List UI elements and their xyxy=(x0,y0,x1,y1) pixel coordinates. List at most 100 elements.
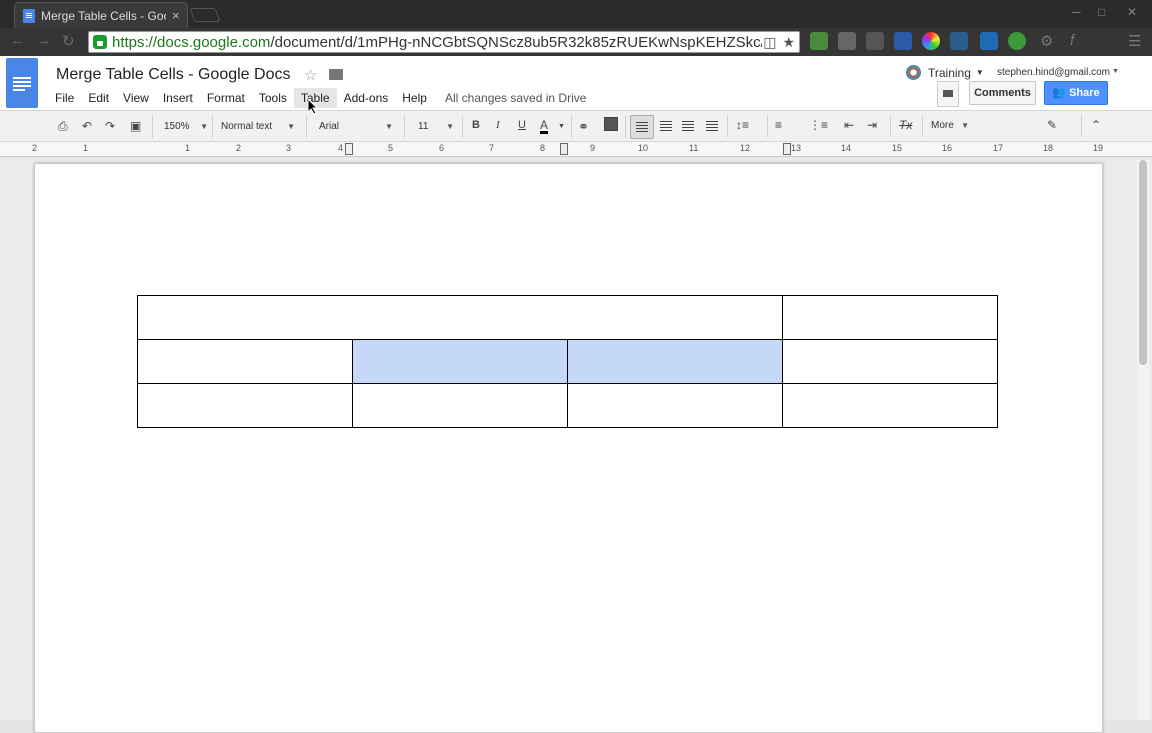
table-cell-selected[interactable] xyxy=(567,339,783,384)
table-cell[interactable] xyxy=(782,339,998,384)
table-cell-merged[interactable] xyxy=(137,295,783,340)
menu-view[interactable]: View xyxy=(116,88,156,108)
ruler-number: 3 xyxy=(286,143,292,153)
toolbar-divider xyxy=(212,116,213,138)
table-cell[interactable] xyxy=(352,383,568,428)
align-left-button[interactable] xyxy=(630,115,654,139)
align-right-icon[interactable] xyxy=(682,121,694,122)
undo-icon[interactable]: ↶ xyxy=(82,119,92,133)
share-button[interactable]: 👥 Share xyxy=(1044,81,1108,105)
extension-timer-icon[interactable] xyxy=(950,32,968,50)
right-indent-marker[interactable] xyxy=(783,143,791,155)
folder-icon[interactable] xyxy=(329,69,343,80)
mouse-cursor-icon xyxy=(308,99,318,115)
document-page[interactable] xyxy=(34,163,1103,733)
scrollbar-thumb[interactable] xyxy=(1139,160,1147,365)
extension-mail-icon[interactable] xyxy=(894,32,912,50)
text-color-chevron-icon[interactable]: ▼ xyxy=(558,123,565,130)
save-status[interactable]: All changes saved in Drive xyxy=(445,91,586,105)
numbered-list-icon[interactable]: ≡ xyxy=(775,118,782,132)
browser-tab[interactable]: Merge Table Cells - Goo × xyxy=(14,2,188,28)
more-menu[interactable]: More ▼ xyxy=(931,116,969,136)
italic-button[interactable]: I xyxy=(496,119,500,131)
decrease-indent-icon[interactable]: ⇤ xyxy=(844,118,854,132)
tab-close-icon[interactable]: × xyxy=(172,8,180,23)
bold-button[interactable]: B xyxy=(472,119,480,131)
menu-edit[interactable]: Edit xyxy=(81,88,116,108)
address-bar[interactable]: https://docs.google.com/document/d/1mPHg… xyxy=(88,31,800,53)
window-close-icon[interactable]: ✕ xyxy=(1127,5,1137,19)
left-indent-marker[interactable] xyxy=(345,143,353,155)
table-cell[interactable] xyxy=(782,295,998,340)
extension-drive-icon[interactable] xyxy=(810,32,828,50)
justify-icon[interactable] xyxy=(706,121,718,122)
font-select[interactable]: Arial ▼ xyxy=(319,117,393,137)
extension-crop-icon[interactable] xyxy=(866,32,884,50)
minimize-icon[interactable]: ─ xyxy=(1072,5,1081,19)
menu-help[interactable]: Help xyxy=(395,88,434,108)
ruler-number: 19 xyxy=(1093,143,1104,153)
extension-quote-icon[interactable] xyxy=(1008,32,1026,50)
email-chevron-icon[interactable]: ▼ xyxy=(1112,68,1119,75)
chrome-menu-icon[interactable]: ☰ xyxy=(1128,32,1141,50)
increase-indent-icon[interactable]: ⇥ xyxy=(867,118,877,132)
style-select[interactable]: Normal text ▼ xyxy=(221,117,295,137)
back-icon[interactable]: ← xyxy=(10,32,25,49)
collapse-toolbar-icon[interactable]: ⌃ xyxy=(1091,118,1101,132)
ruler-number: 15 xyxy=(892,143,903,153)
column-marker[interactable] xyxy=(560,143,568,155)
extension-f-icon[interactable]: f xyxy=(1070,32,1074,49)
comments-button[interactable]: Comments xyxy=(969,81,1036,105)
restore-icon[interactable]: □ xyxy=(1098,5,1105,19)
table-cell[interactable] xyxy=(137,339,353,384)
docs-home-icon[interactable] xyxy=(6,58,38,108)
align-center-icon[interactable] xyxy=(660,121,672,122)
ruler-number: 5 xyxy=(388,143,394,153)
editing-mode-pencil-icon[interactable]: ✎ xyxy=(1047,118,1057,132)
line-spacing-icon[interactable]: ↕≡ xyxy=(736,118,749,132)
toolbar-divider xyxy=(462,116,463,138)
menu-tools[interactable]: Tools xyxy=(252,88,294,108)
font-size-select[interactable]: 11 ▼ xyxy=(418,117,454,137)
extension-screenshot-icon[interactable] xyxy=(838,32,856,50)
ruler-number: 13 xyxy=(791,143,802,153)
table-cell[interactable] xyxy=(782,383,998,428)
account-switcher[interactable]: Training ▼ xyxy=(906,65,984,80)
toolbar-divider xyxy=(922,115,923,137)
bookmark-star-icon[interactable]: ★ xyxy=(782,34,795,51)
comment-icon[interactable] xyxy=(604,117,618,131)
extension-s-icon[interactable] xyxy=(980,32,998,50)
underline-button[interactable]: U xyxy=(518,119,526,131)
ruler[interactable]: 2 1 1 2 3 4 5 6 7 8 9 10 11 12 13 14 15 … xyxy=(0,142,1152,157)
training-logo-icon xyxy=(906,65,921,80)
settings-gear-icon[interactable]: ⚙ xyxy=(1040,32,1053,50)
bulleted-list-icon[interactable]: ⋮≡ xyxy=(809,118,828,132)
zoom-select[interactable]: 150% ▼ xyxy=(164,117,208,137)
menu-format[interactable]: Format xyxy=(200,88,252,108)
reload-icon[interactable]: ↻ xyxy=(62,32,75,50)
text-color-button[interactable]: A xyxy=(540,119,549,134)
link-icon[interactable]: ⚭ xyxy=(578,119,589,135)
document-table[interactable] xyxy=(137,295,998,428)
menu-file[interactable]: File xyxy=(48,88,81,108)
table-cell-selected[interactable] xyxy=(352,339,568,384)
menu-addons[interactable]: Add-ons xyxy=(337,88,396,108)
ruler-number: 7 xyxy=(489,143,495,153)
document-title[interactable]: Merge Table Cells - Google Docs xyxy=(56,66,290,84)
menu-insert[interactable]: Insert xyxy=(156,88,200,108)
star-icon[interactable]: ☆ xyxy=(304,66,317,84)
table-cell[interactable] xyxy=(567,383,783,428)
table-cell[interactable] xyxy=(137,383,353,428)
forward-icon[interactable]: → xyxy=(36,32,51,49)
page-action-icon[interactable]: ◫ xyxy=(763,34,776,51)
account-email[interactable]: stephen.hind@gmail.com xyxy=(997,67,1110,78)
new-tab-button[interactable] xyxy=(189,8,221,22)
paint-format-icon[interactable]: ▣ xyxy=(130,119,141,133)
chat-button[interactable] xyxy=(937,81,959,107)
extension-color-picker-icon[interactable] xyxy=(922,32,940,50)
redo-icon[interactable]: ↷ xyxy=(105,119,115,133)
clear-formatting-button[interactable]: Tx xyxy=(899,118,912,132)
ruler-number: 4 xyxy=(338,143,344,153)
ruler-number: 2 xyxy=(236,143,242,153)
print-icon[interactable]: ⎙ xyxy=(58,119,68,134)
